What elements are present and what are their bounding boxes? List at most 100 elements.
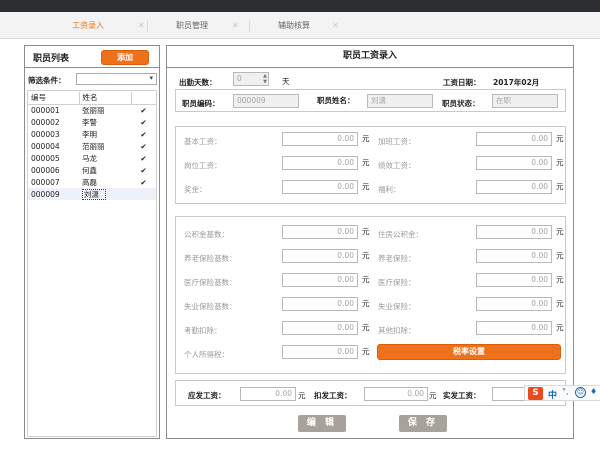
attendance-deduction-input[interactable]: 0.00 (282, 321, 358, 335)
unemployment-base-input[interactable]: 0.00 (282, 297, 358, 311)
currency-unit: 元 (362, 134, 370, 143)
currency-unit: 元 (556, 134, 564, 143)
table-row[interactable]: 000007 高磊 ✔ (28, 176, 156, 188)
currency-unit: 元 (362, 182, 370, 191)
employee-info-group: 职员编码： 000009 职员姓名： 刘潇 职员状态： 在职 (175, 89, 566, 112)
checkmark-icon: ✔ (140, 177, 147, 187)
table-row[interactable]: 000002 李警 ✔ (28, 116, 156, 128)
housing-fund-base-input[interactable]: 0.00 (282, 225, 358, 239)
currency-unit: 元 (362, 323, 370, 332)
unemployment-label: 失业保险： (378, 302, 416, 311)
tab-staff-management[interactable]: 职员管理 ✕ (150, 12, 250, 39)
spinner-arrows-icon[interactable]: ▲ ▼ (263, 73, 267, 85)
employee-list-panel: 职员列表 添加 筛选条件： ▾ 编号 姓名 000001 张丽丽 ✔ 00000… (24, 45, 160, 439)
save-button[interactable]: 保 存 (399, 415, 447, 432)
tab-auxiliary-accounting[interactable]: 辅助核算 ✕ (252, 12, 352, 39)
medical-input[interactable]: 0.00 (476, 273, 552, 287)
currency-unit: 元 (556, 251, 564, 260)
sogou-logo-icon[interactable]: S (528, 387, 543, 400)
employee-table: 编号 姓名 000001 张丽丽 ✔ 000002 李警 ✔ 000003 李明… (28, 92, 156, 200)
deducted-salary-field[interactable]: 0.00 (364, 387, 428, 401)
tab-divider (249, 20, 250, 32)
deduction-group: 公积金基数： 0.00 元 住房公积金： 0.00 元 养老保险基数： 0.00… (175, 216, 566, 374)
currency-unit: 元 (556, 275, 564, 284)
employee-name: 刘潇 (82, 188, 106, 200)
table-row[interactable]: 000006 何鑫 ✔ (28, 164, 156, 176)
tax-rate-settings-button[interactable]: 税率设置 (377, 344, 561, 360)
medical-base-label: 医疗保险基数： (184, 278, 237, 287)
employee-id: 000004 (31, 141, 60, 151)
close-icon[interactable]: ✕ (332, 12, 339, 39)
bonus-input[interactable]: 0.00 (282, 180, 358, 194)
emoji-icon[interactable]: ☺ (575, 387, 586, 398)
checkmark-icon: ✔ (140, 129, 147, 139)
employee-code-field[interactable]: 000009 (233, 94, 299, 108)
position-salary-label: 岗位工资： (184, 161, 222, 170)
employee-status-field[interactable]: 在职 (492, 94, 558, 108)
currency-unit: 元 (362, 275, 370, 284)
table-row[interactable]: 000004 范丽丽 ✔ (28, 140, 156, 152)
employee-id: 000005 (31, 153, 60, 163)
employee-name: 高磊 (82, 177, 97, 187)
tab-divider (147, 20, 148, 32)
currency-unit: 元 (429, 391, 437, 400)
medical-label: 医疗保险： (378, 278, 416, 287)
employee-list-header: 职员列表 添加 (25, 46, 159, 68)
table-row[interactable]: 000003 李明 ✔ (28, 128, 156, 140)
employee-id: 000001 (31, 105, 60, 115)
ime-mode-label[interactable]: 中 (548, 388, 557, 401)
ime-toolbar[interactable]: S 中 °, ☺ ♦ (524, 385, 600, 401)
table-row[interactable]: 000001 张丽丽 ✔ (28, 104, 156, 116)
pension-input[interactable]: 0.00 (476, 249, 552, 263)
add-employee-button[interactable]: 添加 (101, 50, 149, 65)
basic-salary-input[interactable]: 0.00 (282, 132, 358, 146)
housing-fund-input[interactable]: 0.00 (476, 225, 552, 239)
tab-salary-entry[interactable]: 工资录入 ✕ (46, 12, 148, 39)
pension-base-input[interactable]: 0.00 (282, 249, 358, 263)
pay-date-value: 2017年02月 (493, 78, 540, 87)
attendance-stepper[interactable]: 0 ▲ ▼ (233, 72, 269, 86)
income-tax-input[interactable]: 0.00 (282, 345, 358, 359)
overtime-pay-input[interactable]: 0.00 (476, 132, 552, 146)
welfare-input[interactable]: 0.00 (476, 180, 552, 194)
employee-name: 何鑫 (82, 165, 97, 175)
employee-name-field[interactable]: 刘潇 (367, 94, 433, 108)
edit-button[interactable]: 编 辑 (298, 415, 346, 432)
checkmark-icon: ✔ (140, 105, 147, 115)
medical-base-input[interactable]: 0.00 (282, 273, 358, 287)
pay-date-label: 工资日期： (443, 78, 481, 87)
currency-unit: 元 (298, 391, 306, 400)
close-icon[interactable]: ✕ (232, 12, 239, 39)
currency-unit: 元 (556, 227, 564, 236)
unemployment-input[interactable]: 0.00 (476, 297, 552, 311)
employee-id: 000009 (28, 188, 79, 200)
filter-select[interactable]: ▾ (76, 73, 157, 85)
net-salary-label: 实发工资： (443, 391, 481, 400)
checkmark-icon (131, 188, 156, 200)
employee-name: 李警 (82, 117, 97, 127)
table-row-selected[interactable]: 000009 刘潇 (28, 188, 156, 200)
currency-unit: 元 (556, 299, 564, 308)
close-icon[interactable]: ✕ (138, 12, 145, 39)
employee-name-cell[interactable]: 刘潇 (79, 188, 131, 200)
panel-title: 职员列表 (33, 54, 70, 64)
payable-salary-field[interactable]: 0.00 (240, 387, 296, 401)
punctuation-icon[interactable]: °, (562, 387, 569, 396)
tab-label: 辅助核算 (278, 21, 310, 30)
other-deduction-input[interactable]: 0.00 (476, 321, 552, 335)
position-salary-input[interactable]: 0.00 (282, 156, 358, 170)
checkmark-icon: ✔ (140, 141, 147, 151)
employee-id: 000003 (31, 129, 60, 139)
pension-label: 养老保险： (378, 254, 416, 263)
attendance-unit: 天 (282, 77, 290, 86)
tab-bar: 工资录入 ✕ 职员管理 ✕ 辅助核算 ✕ (0, 12, 600, 39)
chevron-down-icon: ▾ (149, 74, 153, 82)
employee-status-label: 职员状态： (442, 99, 480, 108)
performance-pay-input[interactable]: 0.00 (476, 156, 552, 170)
voice-icon[interactable]: ♦ (590, 387, 597, 396)
currency-unit: 元 (362, 347, 370, 356)
currency-unit: 元 (362, 158, 370, 167)
employee-name: 李明 (82, 129, 97, 139)
table-row[interactable]: 000005 马龙 ✔ (28, 152, 156, 164)
housing-fund-label: 住房公积金： (378, 230, 423, 239)
